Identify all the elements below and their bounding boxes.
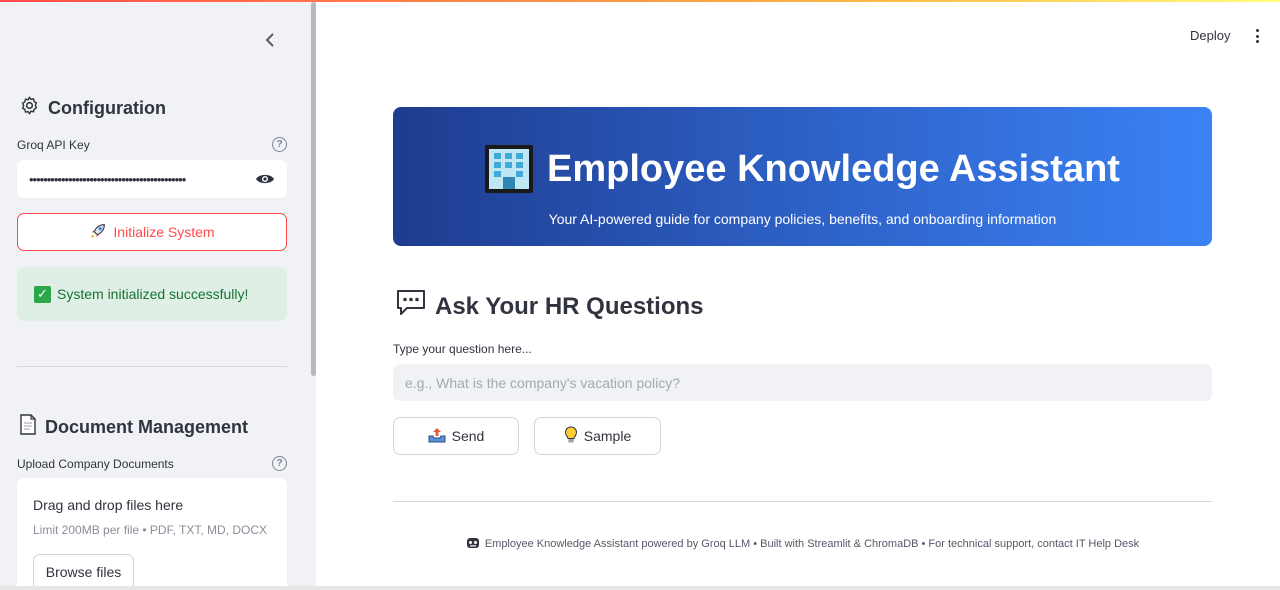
robot-icon [466,536,480,552]
check-mark-icon: ✓ [34,285,51,303]
initialize-system-button[interactable]: Initialize System [17,213,287,251]
send-button[interactable]: Send [393,417,519,455]
help-icon[interactable]: ? [272,137,287,152]
eye-icon[interactable] [255,172,275,186]
horizontal-scrollbar[interactable] [0,586,1280,590]
footer-text: Employee Knowledge Assistant powered by … [484,538,1140,550]
document-management-heading: Document Management [19,414,248,440]
main-divider [393,501,1212,502]
office-building-icon [485,145,534,193]
configuration-heading: Configuration [19,95,166,121]
outbox-tray-icon [428,427,446,446]
light-bulb-icon [564,425,578,447]
upload-label: Upload Company Documents [17,457,174,471]
ask-heading: Ask Your HR Questions [395,289,704,324]
api-key-label: Groq API Key [17,138,90,152]
sidebar-scrollbar[interactable] [311,2,316,376]
footer: Employee Knowledge Assistant powered by … [393,536,1212,552]
send-label: Send [451,428,485,444]
speech-balloon-icon [395,289,427,324]
file-dropzone[interactable]: Drag and drop files here Limit 200MB per… [17,478,287,588]
ask-title: Ask Your HR Questions [435,292,704,320]
hero-banner: Employee Knowledge Assistant Your AI-pow… [393,107,1212,246]
rocket-icon [89,222,107,243]
sidebar: Configuration Groq API Key ? •••••••••••… [0,2,316,588]
api-key-value: ••••••••••••••••••••••••••••••••••••••••… [29,171,186,187]
dropzone-limit: Limit 200MB per file • PDF, TXT, MD, DOC… [33,523,268,537]
api-key-input[interactable]: ••••••••••••••••••••••••••••••••••••••••… [17,160,287,198]
initialize-label: Initialize System [113,224,215,240]
dropzone-text: Drag and drop files here [33,497,184,513]
document-management-title: Document Management [45,416,249,437]
success-alert: ✓ System initialized successfully! [17,267,287,321]
banner-title: Employee Knowledge Assistant [547,147,1120,190]
question-input[interactable] [393,364,1212,401]
success-message: System initialized successfully! [57,286,249,302]
configuration-title: Configuration [48,97,166,118]
banner-subtitle: Your AI-powered guide for company polici… [548,211,1057,227]
deploy-button[interactable]: Deploy [1190,28,1230,43]
sample-label: Sample [583,428,632,444]
sidebar-divider [17,366,287,367]
gear-icon [19,95,40,121]
banner-title-row: Employee Knowledge Assistant [393,145,1212,193]
sample-button[interactable]: Sample [534,417,661,455]
more-vertical-icon[interactable] [1250,27,1264,45]
document-icon [19,414,37,440]
browse-files-button[interactable]: Browse files [33,554,134,588]
chevron-left-icon[interactable] [258,28,282,52]
help-icon[interactable]: ? [272,456,287,471]
question-label: Type your question here... [393,342,532,356]
